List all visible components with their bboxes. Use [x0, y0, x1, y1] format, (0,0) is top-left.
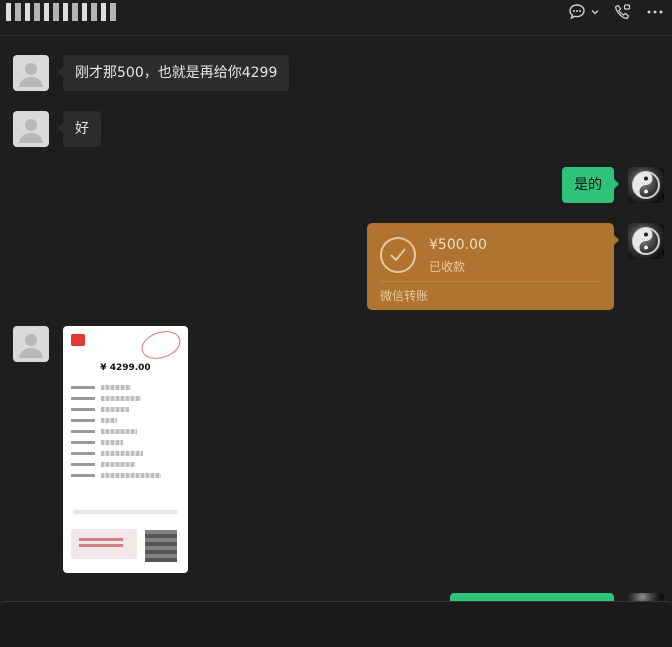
transfer-card[interactable]: ¥500.00 已收款 微信转账 [367, 223, 619, 310]
video-call-icon[interactable] [614, 2, 632, 22]
receipt-row [71, 448, 181, 459]
message-input-area[interactable] [0, 601, 672, 647]
receipt-amount: ¥ 4299.00 [100, 363, 151, 373]
receipt-row [71, 393, 181, 404]
chevron-down-icon[interactable] [590, 2, 600, 22]
chat-bubble-icon[interactable] [568, 2, 586, 22]
self-avatar[interactable] [628, 167, 664, 203]
message-bubble-self[interactable]: 是的 [562, 167, 619, 203]
self-avatar[interactable] [628, 223, 664, 259]
qr-code-redacted [145, 530, 177, 562]
receipt-row [71, 404, 181, 415]
receipt-row [71, 470, 181, 481]
contact-avatar[interactable] [13, 326, 49, 362]
transfer-divider [380, 281, 601, 282]
header-actions [568, 2, 664, 22]
contact-avatar[interactable] [13, 55, 49, 91]
receipt-row [71, 382, 181, 393]
receipt-detail-rows [71, 382, 181, 481]
receipt-row [71, 437, 181, 448]
receipt-row [71, 415, 181, 426]
more-icon[interactable] [646, 2, 664, 22]
chat-header [0, 0, 672, 36]
contact-avatar[interactable] [13, 111, 49, 147]
bank-logo-icon [71, 334, 85, 346]
contact-name-redacted[interactable] [6, 3, 118, 21]
transfer-footer-label: 微信转账 [380, 289, 429, 303]
red-stamp [137, 326, 185, 364]
receipt-row [71, 426, 181, 437]
message-bubble[interactable]: 好 [58, 111, 101, 147]
receipt-image-message[interactable]: ¥ 4299.00 [63, 326, 188, 573]
transfer-status: 已收款 [429, 260, 466, 274]
check-circle-icon [380, 237, 416, 273]
receipt-ad-banner [71, 529, 137, 559]
receipt-row [71, 459, 181, 470]
receipt-note [73, 510, 177, 514]
transfer-amount: ¥500.00 [429, 237, 487, 253]
message-bubble[interactable]: 刚才那500，也就是再给你4299 [57, 55, 290, 91]
